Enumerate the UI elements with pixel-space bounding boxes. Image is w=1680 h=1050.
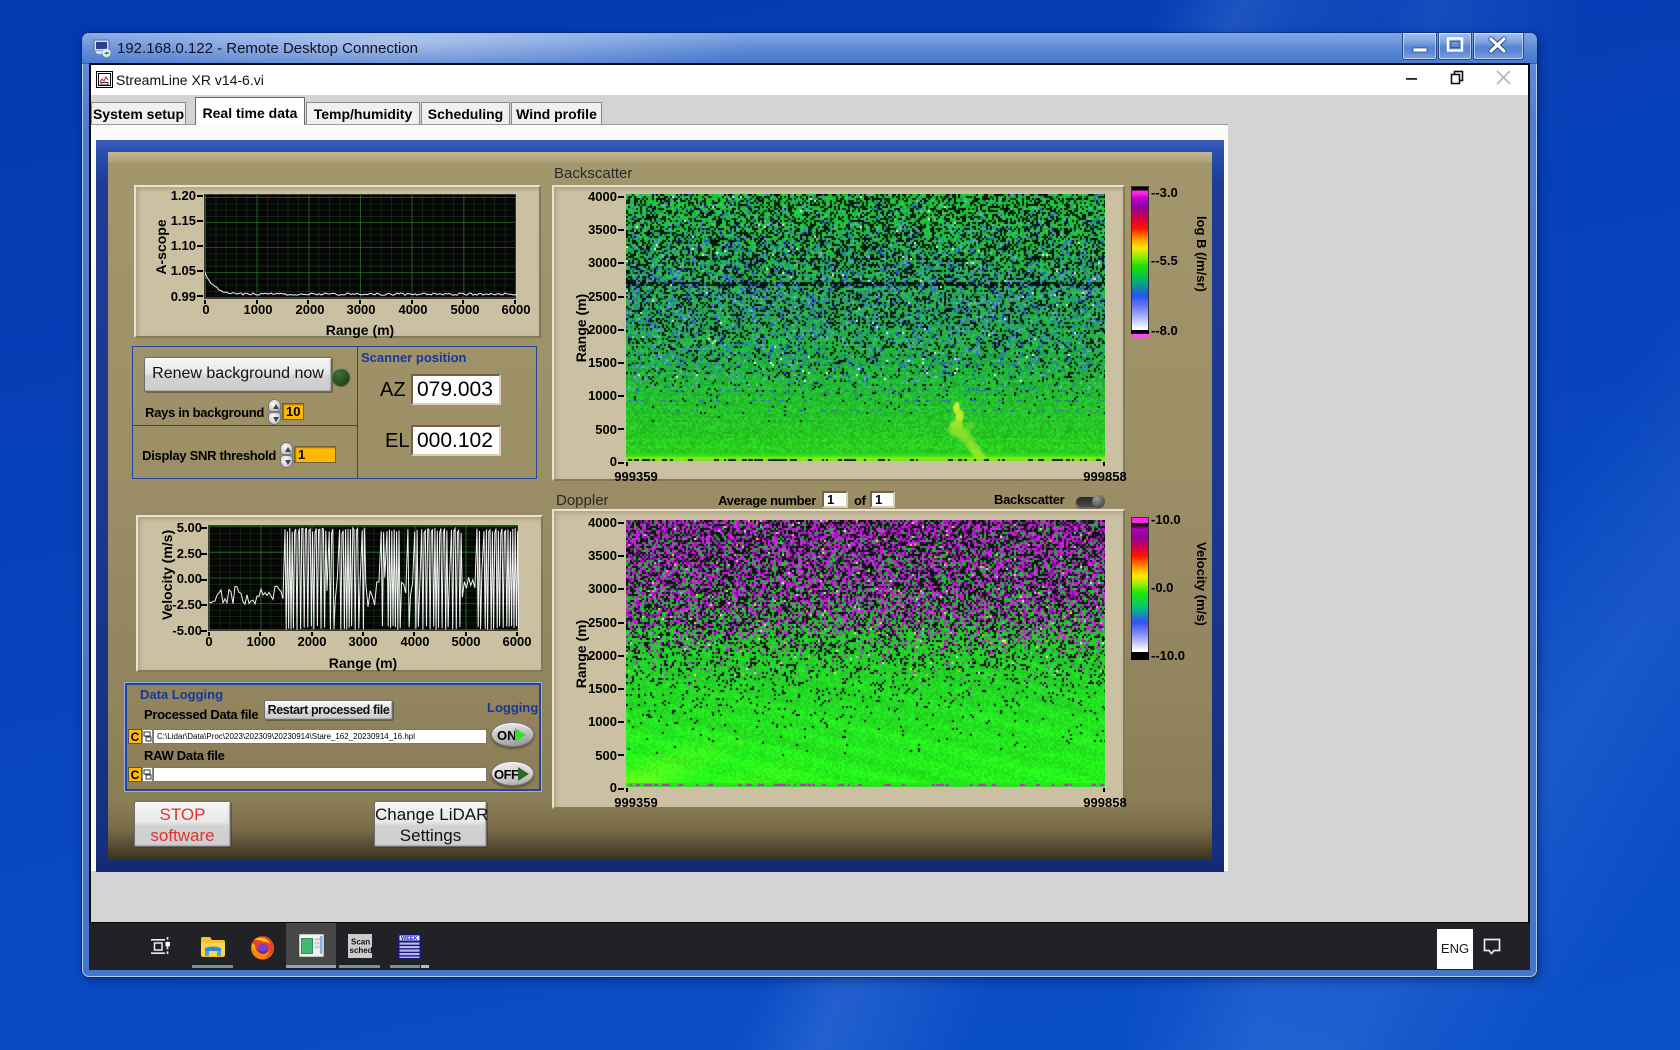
svg-text:sched: sched [350, 946, 373, 955]
svg-text:WEEK: WEEK [401, 936, 418, 942]
